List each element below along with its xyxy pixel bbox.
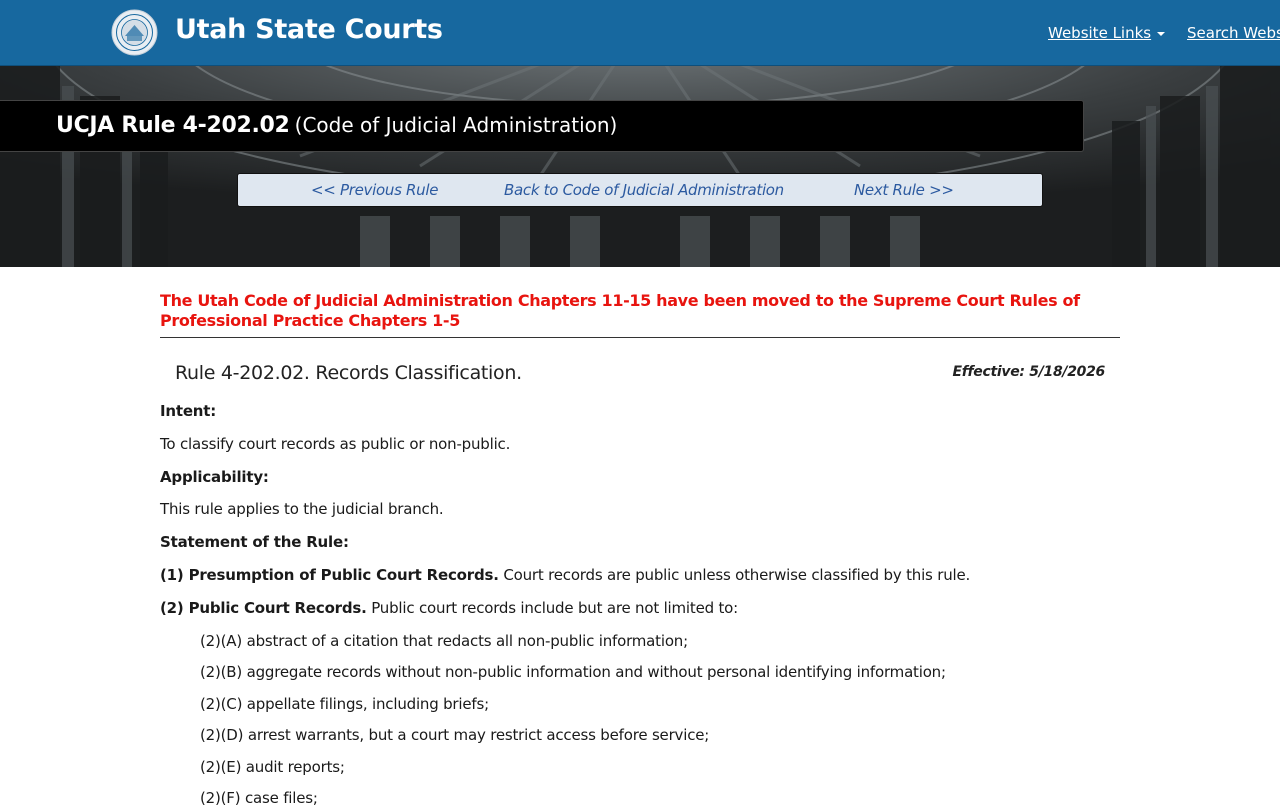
caret-down-icon	[1157, 31, 1166, 36]
website-links-dropdown[interactable]: Website Links	[1048, 24, 1166, 42]
hero-image	[0, 66, 1280, 267]
list-item: (2)(B) aggregate records without non-pub…	[200, 663, 946, 681]
rule-id: UCJA Rule 4-202.02	[56, 113, 290, 138]
intent-text: To classify court records as public or n…	[160, 435, 511, 453]
list-item: (2)(D) arrest warrants, but a court may …	[200, 726, 710, 744]
back-to-code-link[interactable]: Back to Code of Judicial Administration	[504, 181, 784, 199]
next-rule-link[interactable]: Next Rule >>	[854, 181, 954, 199]
search-website-link[interactable]: Search Website	[1187, 24, 1280, 42]
rule-title-banner: UCJA Rule 4-202.02 (Code of Judicial Adm…	[0, 100, 1084, 152]
intent-label: Intent:	[160, 402, 217, 420]
website-links-label: Website Links	[1048, 24, 1152, 42]
applicability-text: This rule applies to the judicial branch…	[160, 500, 444, 518]
rule-navigation: << Previous Rule Back to Code of Judicia…	[237, 173, 1043, 207]
effective-date: Effective: 5/18/2026	[952, 364, 1105, 380]
list-item: (2)(E) audit reports;	[200, 758, 345, 776]
site-header: Utah State Courts Website Links Search W…	[0, 0, 1280, 66]
section-2: (2) Public Court Records. Public court r…	[160, 599, 739, 617]
rule-title: UCJA Rule 4-202.02 (Code of Judicial Adm…	[56, 113, 617, 138]
list-item: (2)(C) appellate filings, including brie…	[200, 695, 489, 713]
previous-rule-link[interactable]: << Previous Rule	[311, 181, 438, 199]
divider	[160, 337, 1120, 338]
rule-heading: Rule 4-202.02. Records Classification.	[175, 362, 522, 384]
relocation-notice: The Utah Code of Judicial Administration…	[160, 291, 1080, 330]
statement-label: Statement of the Rule:	[160, 533, 349, 551]
utah-seal-icon[interactable]	[111, 9, 158, 56]
applicability-label: Applicability:	[160, 468, 269, 486]
list-item: (2)(A) abstract of a citation that redac…	[200, 632, 688, 650]
rotunda-photo	[0, 66, 1280, 267]
site-title[interactable]: Utah State Courts	[175, 14, 443, 45]
section-1: (1) Presumption of Public Court Records.…	[160, 566, 971, 584]
rule-source: (Code of Judicial Administration)	[294, 113, 618, 137]
list-item: (2)(F) case files;	[200, 789, 318, 807]
